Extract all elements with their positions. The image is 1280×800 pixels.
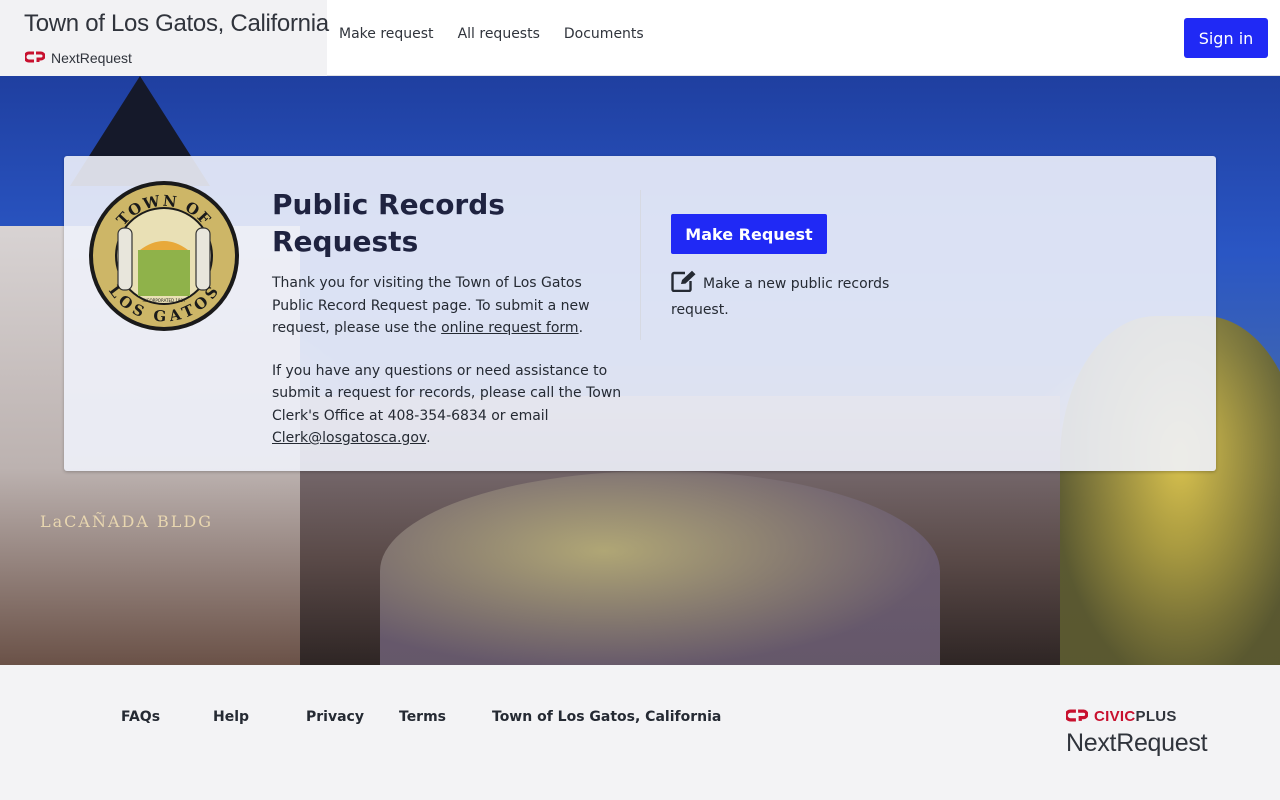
- online-request-form-link[interactable]: online request form: [441, 320, 578, 336]
- clerk-email-link[interactable]: Clerk@losgatosca.gov: [272, 430, 426, 446]
- footer-link-terms[interactable]: Terms: [399, 709, 446, 725]
- brand-block[interactable]: Town of Los Gatos, California NextReques…: [0, 0, 329, 76]
- assistance-period: .: [426, 430, 431, 446]
- civicplus-wordmark: CIVICPLUS: [1094, 708, 1177, 725]
- footer: FAQs Help Privacy Terms Town of Los Gato…: [0, 665, 1280, 800]
- nextrequest-logo: NextRequest: [23, 48, 132, 67]
- town-seal-icon: TOWN OF LOS GATOS INCORPORATED 1887: [89, 181, 239, 331]
- assistance-paragraph: If you have any questions or need assist…: [272, 360, 622, 450]
- civicplus-logo: CIVICPLUS: [1064, 707, 1177, 726]
- intro-paragraph: Thank you for visiting the Town of Los G…: [272, 272, 622, 340]
- trees-center: [380, 471, 940, 665]
- nav-documents[interactable]: Documents: [564, 26, 644, 42]
- seal-small-text: INCORPORATED 1887: [143, 298, 186, 303]
- plus-word: PLUS: [1135, 708, 1177, 725]
- page-title: Public Records Requests: [272, 188, 505, 258]
- civicplus-logo-icon: [23, 48, 46, 67]
- footer-link-faqs[interactable]: FAQs: [121, 709, 160, 725]
- intro-card: TOWN OF LOS GATOS INCORPORATED 1887 Publ…: [64, 156, 1216, 471]
- site-title[interactable]: Town of Los Gatos, California: [24, 10, 329, 38]
- building-sign: LaCAÑADA BLDG: [40, 512, 213, 531]
- logo-text: NextRequest: [51, 49, 132, 66]
- edit-icon: [671, 270, 697, 299]
- make-request-panel: Make Request Make a new public records r…: [671, 214, 911, 321]
- make-request-desc-text: Make a new public records request.: [671, 276, 890, 318]
- card-intro: Public Records Requests Thank you for vi…: [272, 186, 622, 450]
- assistance-text: If you have any questions or need assist…: [272, 362, 622, 424]
- footer-link-help[interactable]: Help: [213, 709, 249, 725]
- civic-word: CIVIC: [1094, 708, 1136, 725]
- make-request-button[interactable]: Make Request: [671, 214, 827, 254]
- footer-link-town[interactable]: Town of Los Gatos, California: [492, 709, 721, 725]
- top-header: Town of Los Gatos, California NextReques…: [0, 0, 1280, 76]
- nav-all-requests[interactable]: All requests: [458, 26, 540, 42]
- card-divider: [640, 190, 641, 340]
- make-request-description: Make a new public records request.: [671, 270, 911, 321]
- nav-make-request[interactable]: Make request: [339, 26, 434, 42]
- footer-nextrequest-wordmark: NextRequest: [1066, 729, 1208, 757]
- footer-link-privacy[interactable]: Privacy: [306, 709, 364, 725]
- civicplus-logo-icon: [1064, 707, 1089, 726]
- sign-in-button[interactable]: Sign in: [1184, 18, 1268, 58]
- intro-period: .: [578, 320, 584, 336]
- main-nav: Make request All requests Documents: [339, 26, 668, 42]
